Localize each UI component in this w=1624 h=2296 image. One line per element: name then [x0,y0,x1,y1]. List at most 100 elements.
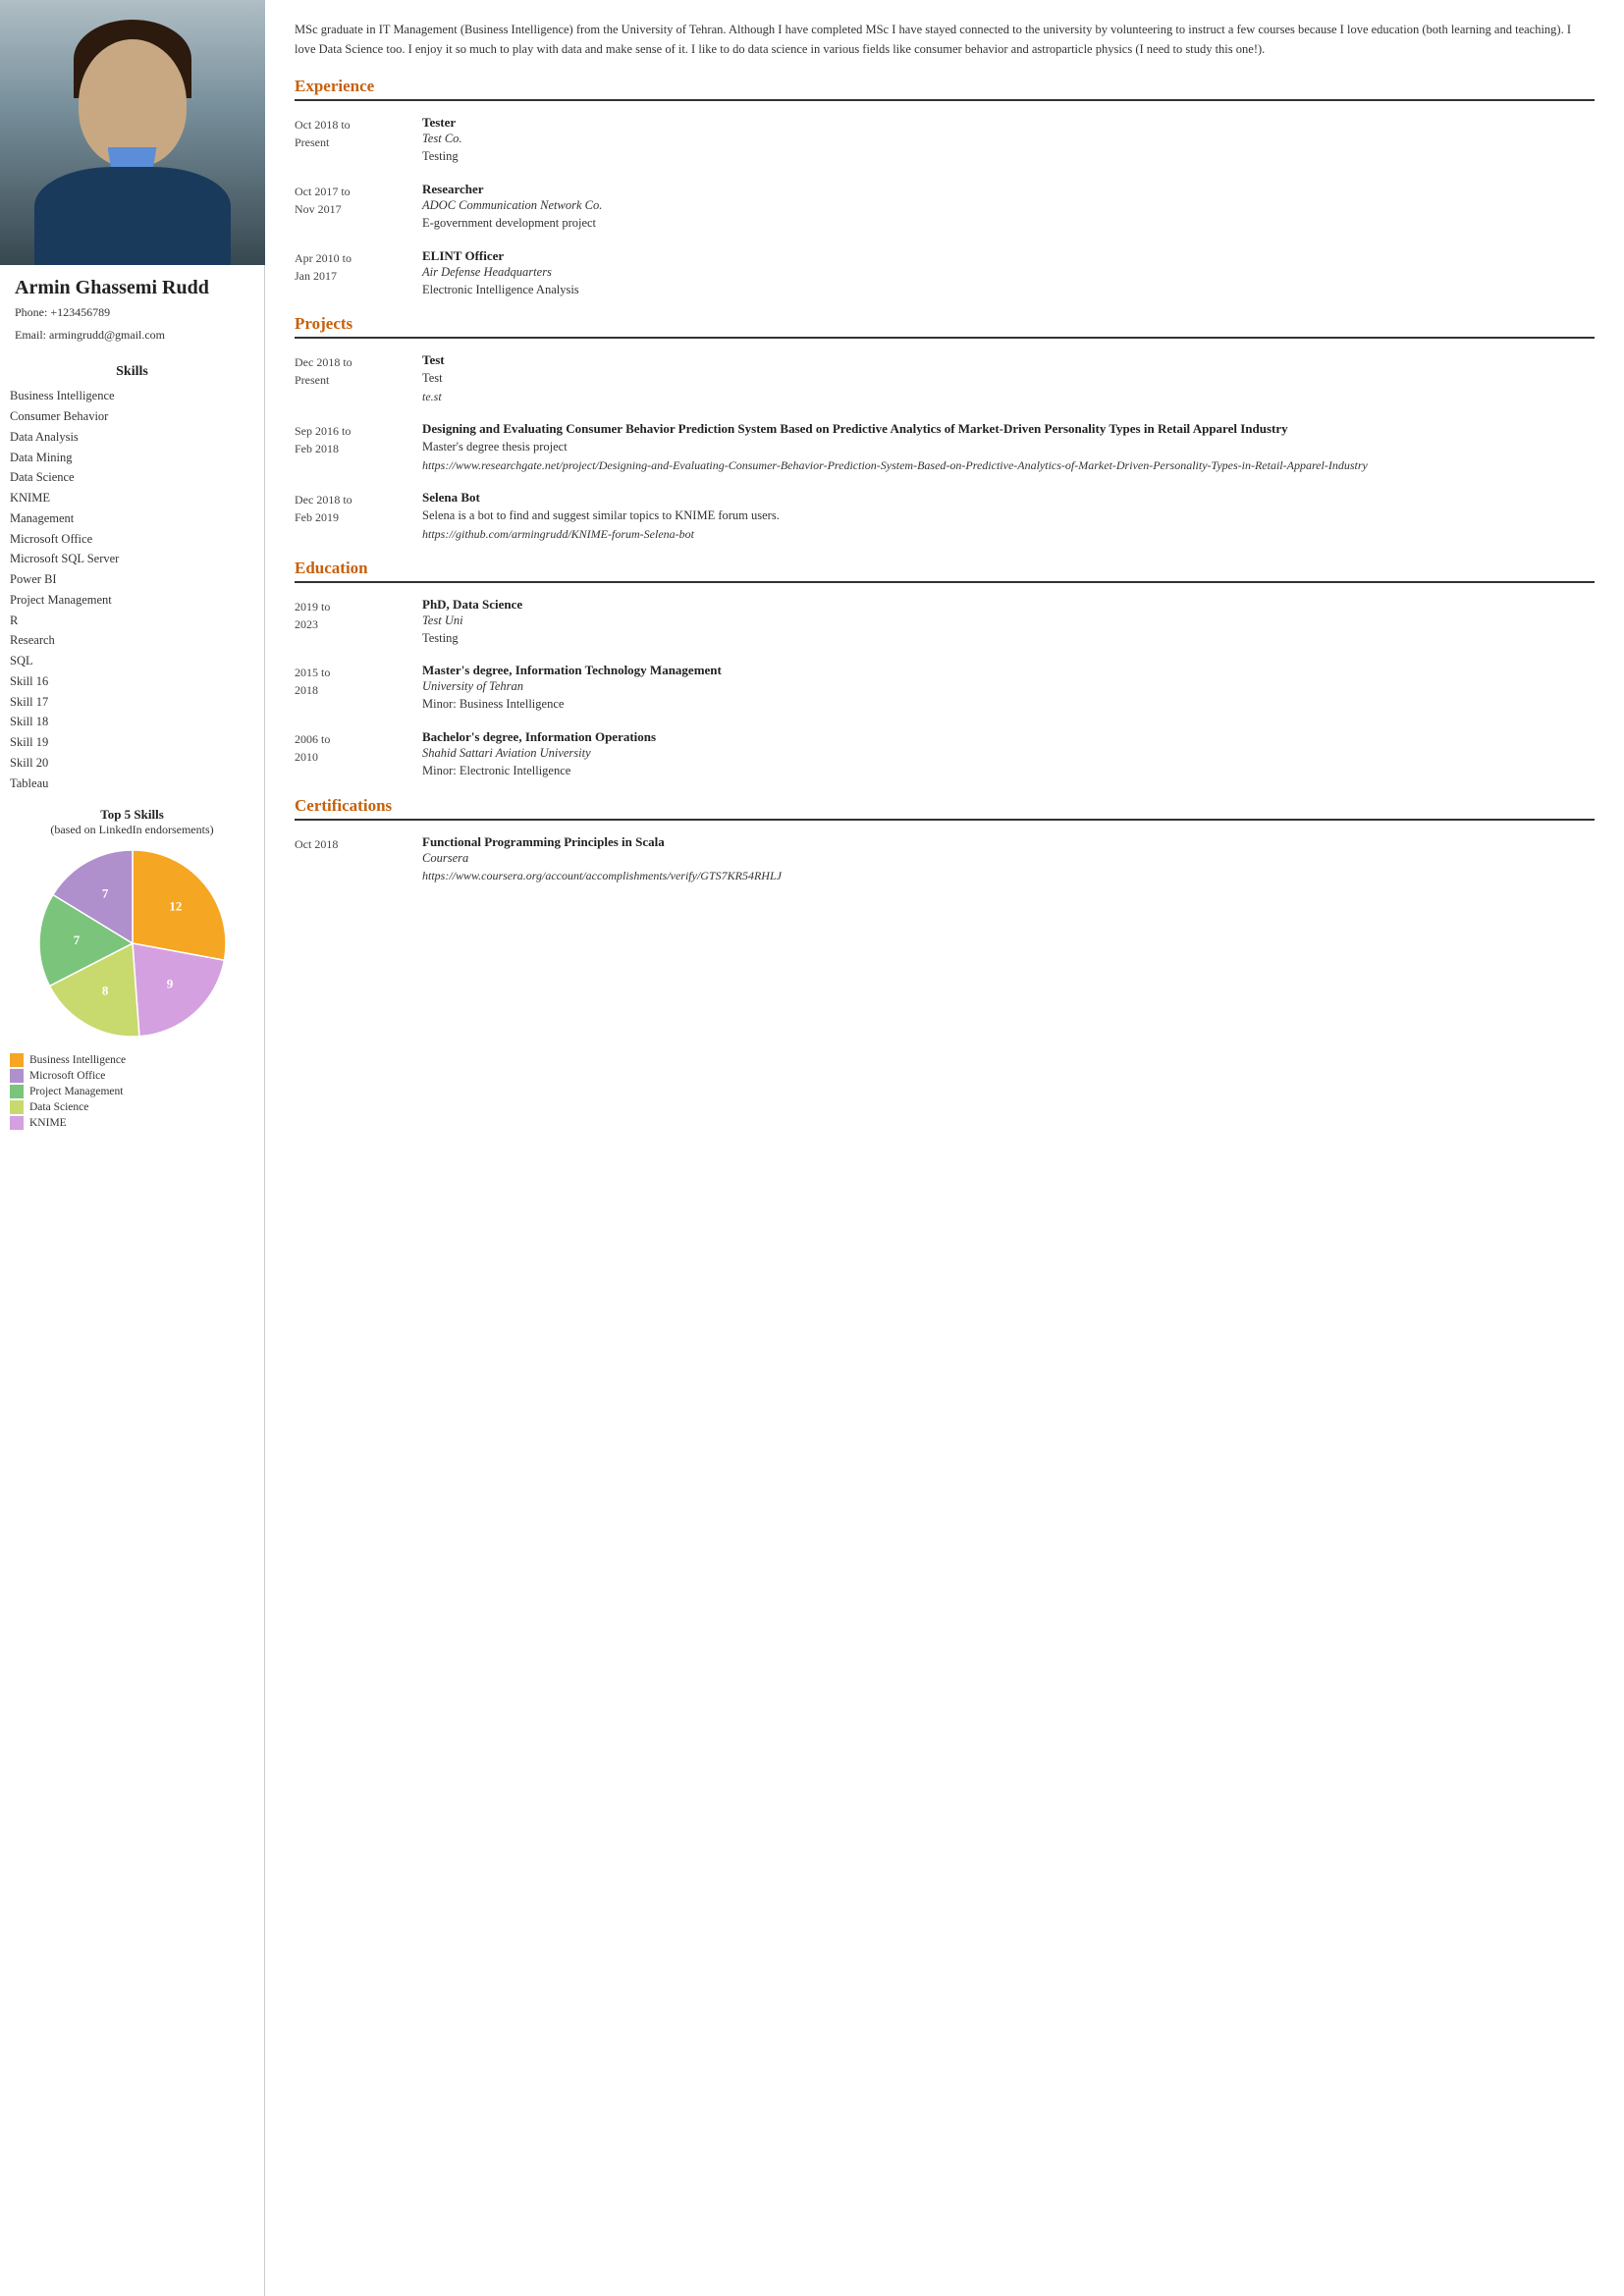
entry-title: Master's degree, Information Technology … [422,663,1595,678]
skills-list: Business IntelligenceConsumer BehaviorDa… [0,386,264,793]
legend-color-box [10,1116,24,1130]
skill-item: Skill 20 [10,753,254,774]
entry-content: ResearcherADOC Communication Network Co.… [422,182,1595,233]
entry-title: Test [422,352,1595,368]
entry-title: Bachelor's degree, Information Operation… [422,729,1595,745]
chart-legend: Business Intelligence Microsoft Office Pro… [0,1051,264,1132]
intro-paragraph: MSc graduate in IT Management (Business … [295,20,1595,59]
entry-org: Test Uni [422,614,1595,628]
certifications-section-header: Certifications [295,796,1595,821]
projects-entries: Dec 2018 to PresentTestTestte.st Sep 2016… [295,352,1595,542]
legend-label: Data Science [29,1101,88,1113]
entry-date: Dec 2018 to Present [295,352,422,405]
legend-item: Business Intelligence [10,1053,254,1067]
skill-item: Skill 19 [10,732,254,753]
legend-item: Project Management [10,1085,254,1098]
entry-content: ELINT OfficerAir Defense HeadquartersEle… [422,248,1595,299]
skill-item: Business Intelligence [10,386,254,406]
entry-title: Designing and Evaluating Consumer Behavi… [422,421,1595,437]
entry-url: https://www.coursera.org/account/accompl… [422,867,1595,884]
legend-label: Project Management [29,1086,123,1097]
skill-item: R [10,611,254,631]
entry-row: 2015 to 2018Master's degree, Information… [295,663,1595,714]
entry-org: Shahid Sattari Aviation University [422,746,1595,761]
legend-label: Microsoft Office [29,1070,105,1082]
legend-item: KNIME [10,1116,254,1130]
entry-date: Oct 2018 to Present [295,115,422,166]
skill-item: Management [10,508,254,529]
entry-content: TesterTest Co.Testing [422,115,1595,166]
entry-desc: Master's degree thesis project [422,438,1595,456]
education-entries: 2019 to 2023PhD, Data ScienceTest UniTes… [295,597,1595,780]
full-name: Armin Ghassemi Rudd [15,277,249,299]
entry-row: Oct 2018 to PresentTesterTest Co.Testing [295,115,1595,166]
entry-url: https://www.researchgate.net/project/Des… [422,456,1595,474]
sidebar: Armin Ghassemi Rudd Phone: +123456789 Em… [0,0,265,2296]
entry-desc: Electronic Intelligence Analysis [422,281,1595,299]
legend-color-box [10,1069,24,1083]
phone: Phone: +123456789 [15,303,249,322]
skills-heading: Skills [116,364,148,380]
skill-item: Tableau [10,774,254,794]
entry-desc: E-government development project [422,214,1595,233]
svg-text:12: 12 [169,899,182,914]
entry-org: Air Defense Headquarters [422,265,1595,280]
skill-item: Data Analysis [10,427,254,448]
entry-desc: Selena is a bot to find and suggest simi… [422,507,1595,525]
svg-text:7: 7 [101,886,108,901]
entry-date: 2015 to 2018 [295,663,422,714]
skill-item: Skill 18 [10,712,254,732]
legend-color-box [10,1085,24,1098]
entry-content: PhD, Data ScienceTest UniTesting [422,597,1595,648]
skill-item: Project Management [10,590,254,611]
top5-title: Top 5 Skills [100,807,164,823]
projects-section-header: Projects [295,314,1595,339]
skill-item: Skill 16 [10,671,254,692]
skill-item: KNIME [10,488,254,508]
profile-photo [0,0,265,265]
legend-color-box [10,1100,24,1114]
entry-row: 2019 to 2023PhD, Data ScienceTest UniTes… [295,597,1595,648]
entry-org: University of Tehran [422,679,1595,694]
entry-desc: Testing [422,629,1595,648]
main-content: MSc graduate in IT Management (Business … [265,0,1624,2296]
skill-item: Microsoft SQL Server [10,549,254,569]
entry-row: Oct 2018Functional Programming Principle… [295,834,1595,884]
name-block: Armin Ghassemi Rudd Phone: +123456789 Em… [0,265,264,352]
top5-subtitle: (based on LinkedIn endorsements) [50,823,213,837]
skill-item: Data Science [10,467,254,488]
legend-label: KNIME [29,1117,67,1129]
entry-content: Designing and Evaluating Consumer Behavi… [422,421,1595,474]
svg-text:7: 7 [73,933,80,947]
entry-row: Sep 2016 to Feb 2018Designing and Evalua… [295,421,1595,474]
pie-chart: 129877 [34,845,231,1041]
entry-date: Sep 2016 to Feb 2018 [295,421,422,474]
entry-row: Apr 2010 to Jan 2017ELINT OfficerAir Def… [295,248,1595,299]
entry-title: Researcher [422,182,1595,197]
entry-desc: Minor: Business Intelligence [422,695,1595,714]
skill-item: Skill 17 [10,692,254,713]
entry-desc: Minor: Electronic Intelligence [422,762,1595,780]
entry-row: Oct 2017 to Nov 2017ResearcherADOC Commu… [295,182,1595,233]
entry-date: Oct 2018 [295,834,422,884]
entry-url: https://github.com/armingrudd/KNIME-foru… [422,525,1595,543]
email: Email: armingrudd@gmail.com [15,326,249,345]
entry-content: Bachelor's degree, Information Operation… [422,729,1595,780]
entry-date: 2019 to 2023 [295,597,422,648]
entry-row: Dec 2018 to PresentTestTestte.st [295,352,1595,405]
certifications-entries: Oct 2018Functional Programming Principle… [295,834,1595,884]
skill-item: Data Mining [10,448,254,468]
entry-title: Selena Bot [422,490,1595,506]
entry-row: Dec 2018 to Feb 2019Selena BotSelena is … [295,490,1595,543]
svg-text:9: 9 [166,977,173,991]
skill-item: SQL [10,651,254,671]
entry-date: Oct 2017 to Nov 2017 [295,182,422,233]
entry-content: Functional Programming Principles in Sca… [422,834,1595,884]
entry-date: Dec 2018 to Feb 2019 [295,490,422,543]
entry-desc: Test [422,369,1595,388]
entry-org: Test Co. [422,132,1595,146]
entry-title: Tester [422,115,1595,131]
entry-title: Functional Programming Principles in Sca… [422,834,1595,850]
entry-title: PhD, Data Science [422,597,1595,613]
entry-row: 2006 to 2010Bachelor's degree, Informati… [295,729,1595,780]
